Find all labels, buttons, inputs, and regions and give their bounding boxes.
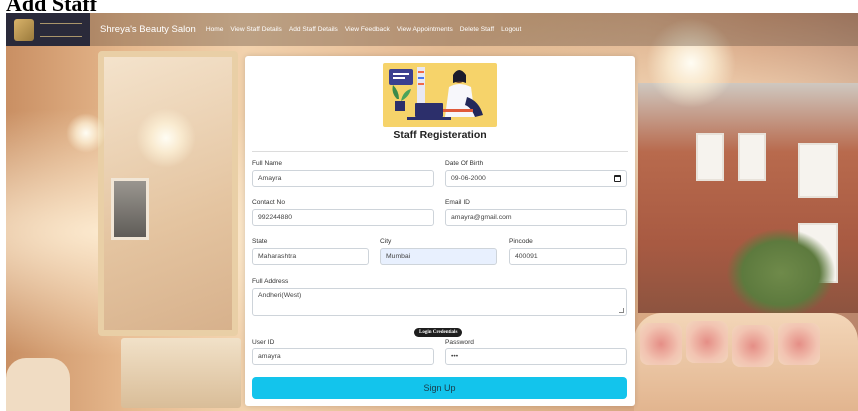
- nav-view-feedback[interactable]: View Feedback: [345, 26, 390, 33]
- state-input[interactable]: Maharashtra: [252, 248, 369, 265]
- state-label: State: [252, 238, 268, 245]
- login-credentials-badge: Login Credentials: [414, 328, 463, 337]
- dob-input[interactable]: 09-06-2000: [445, 170, 627, 187]
- tree-decor: [726, 228, 836, 318]
- dob-label: Date Of Birth: [445, 160, 484, 167]
- pincode-input[interactable]: 400091: [509, 248, 627, 265]
- nav-delete-staff[interactable]: Delete Staff: [460, 26, 494, 33]
- state-value: Maharashtra: [258, 253, 297, 260]
- contact-label: Contact No: [252, 199, 285, 206]
- city-input[interactable]: Mumbai: [380, 248, 497, 265]
- chandelier-decor: [66, 113, 106, 153]
- email-label: Email ID: [445, 199, 470, 206]
- staff-registration-card: Staff Registeration Full Name Amayra Dat…: [245, 56, 635, 406]
- person-at-laptop-icon: [389, 67, 483, 120]
- city-label: City: [380, 238, 392, 245]
- photo-frame-decor: [111, 178, 149, 240]
- contact-value: 992244880: [258, 214, 293, 221]
- calendar-icon[interactable]: [614, 175, 621, 182]
- logo-emblem-icon: [14, 18, 34, 41]
- top-navbar: Shreya's Beauty Salon Home View Staff De…: [6, 13, 858, 46]
- nav-home[interactable]: Home: [206, 26, 224, 33]
- sign-up-button[interactable]: Sign Up: [252, 377, 627, 399]
- nav-add-staff-details[interactable]: Add Staff Details: [289, 26, 338, 33]
- chair-decor: [6, 358, 70, 411]
- email-value: amayra@gmail.com: [451, 214, 512, 221]
- address-label: Full Address: [252, 278, 289, 285]
- user-id-label: User ID: [252, 339, 275, 346]
- brand-logo[interactable]: [6, 13, 90, 46]
- dob-value: 09-06-2000: [451, 175, 486, 182]
- window-decor: [738, 133, 766, 181]
- nav-view-appointments[interactable]: View Appointments: [397, 26, 453, 33]
- form-title: Staff Registeration: [393, 129, 487, 141]
- pincode-value: 400091: [515, 253, 538, 260]
- pincode-label: Pincode: [509, 238, 533, 245]
- user-id-value: amayra: [258, 353, 281, 360]
- full-name-label: Full Name: [252, 160, 283, 167]
- address-value: Andheri(West): [258, 292, 302, 299]
- pillow-decor: [640, 323, 682, 365]
- brand-name[interactable]: Shreya's Beauty Salon: [100, 24, 196, 35]
- page-heading: Add Staff: [6, 0, 98, 16]
- chandelier-decor: [136, 108, 196, 168]
- full-name-input[interactable]: Amayra: [252, 170, 434, 187]
- email-input[interactable]: amayra@gmail.com: [445, 209, 627, 226]
- window-decor: [696, 133, 724, 181]
- window-decor: [798, 143, 838, 198]
- registration-illustration: [383, 63, 497, 127]
- pillow-decor: [732, 325, 774, 367]
- address-textarea[interactable]: Andheri(West): [252, 288, 627, 316]
- pillow-decor: [686, 321, 728, 363]
- password-value: •••: [451, 353, 459, 360]
- resize-handle-icon[interactable]: [619, 308, 624, 313]
- sofa-decor: [634, 313, 858, 411]
- contact-input[interactable]: 992244880: [252, 209, 434, 226]
- title-divider: [252, 151, 628, 152]
- nav-view-staff-details[interactable]: View Staff Details: [230, 26, 281, 33]
- vanity-table-decor: [121, 338, 241, 408]
- password-input[interactable]: •••: [445, 348, 627, 365]
- password-label: Password: [445, 339, 474, 346]
- pillow-decor: [778, 323, 820, 365]
- full-name-value: Amayra: [258, 175, 282, 182]
- city-value: Mumbai: [386, 253, 411, 260]
- logo-script-icon: [40, 22, 82, 37]
- user-id-input[interactable]: amayra: [252, 348, 434, 365]
- nav-logout[interactable]: Logout: [501, 26, 521, 33]
